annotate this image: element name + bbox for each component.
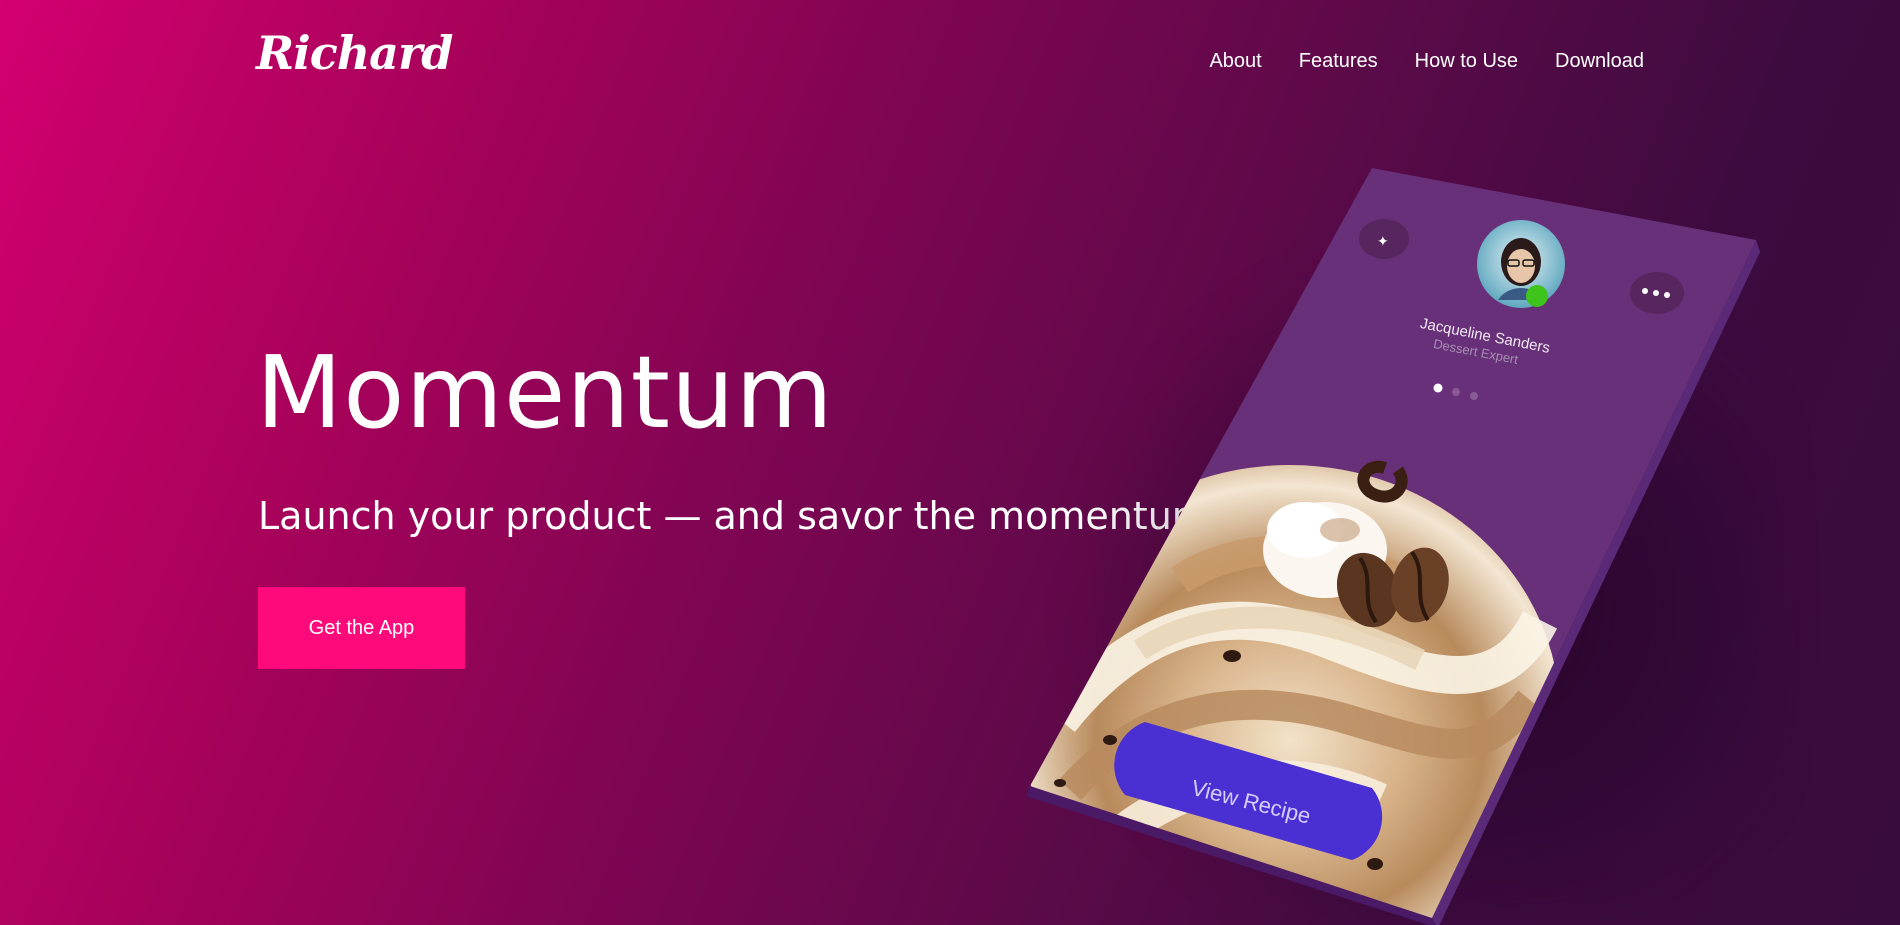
phone-mockup: ✦: [1026, 168, 1760, 925]
star-icon: ✦: [1377, 234, 1389, 250]
carousel-dot: [1470, 392, 1478, 400]
landing-page: Richard About Features How to Use Downlo…: [0, 0, 1900, 925]
more-dots-icon: [1642, 288, 1648, 294]
carousel-dot: [1452, 388, 1460, 396]
online-status-dot: [1526, 285, 1548, 307]
carousel-dot-active: [1433, 383, 1443, 393]
